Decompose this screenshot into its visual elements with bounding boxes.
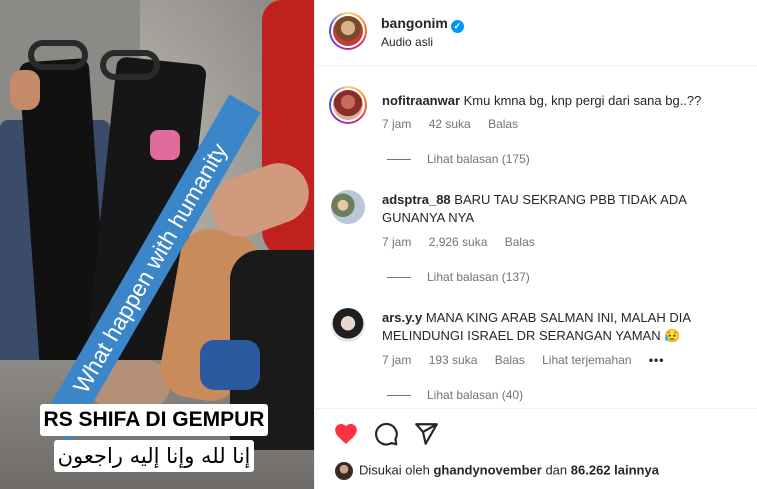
video-caption-arabic: إنا لله وإنا إليه راجعون: [54, 440, 254, 472]
commenter-avatar[interactable]: [329, 86, 367, 124]
post-header: bangonim ✓ Audio asli: [315, 0, 757, 66]
comment-likes[interactable]: 193 suka: [429, 353, 478, 367]
more-options-icon[interactable]: •••: [649, 353, 665, 367]
comment-time: 7 jam: [382, 235, 412, 249]
liked-by-user[interactable]: ghandynovember: [433, 462, 541, 477]
author-avatar[interactable]: [329, 12, 367, 50]
view-replies-link[interactable]: Lihat balasan (40): [387, 388, 523, 402]
replies-divider: [387, 159, 411, 161]
post-action-bar: [315, 408, 757, 458]
author-username[interactable]: bangonim ✓: [381, 15, 464, 33]
comment-username[interactable]: nofitraanwar: [382, 93, 460, 108]
liked-by-count[interactable]: 86.262 lainnya: [571, 462, 659, 477]
verified-badge-icon: ✓: [450, 20, 464, 33]
video-blue-cloth: [200, 340, 260, 390]
liked-by-summary[interactable]: Disukai oleh ghandynovember dan 86.262 l…: [335, 462, 659, 480]
comment-meta: 7 jam 2,926 suka Balas: [382, 235, 549, 249]
video-bag-strap: [28, 40, 88, 70]
comment-body: adsptra_88 BARU TAU SEKRANG PBB TIDAK AD…: [382, 191, 752, 227]
comment-icon[interactable]: [373, 421, 399, 447]
share-icon[interactable]: [413, 421, 439, 447]
view-replies-text[interactable]: Lihat balasan (40): [427, 388, 523, 402]
comment-likes[interactable]: 2,926 suka: [429, 235, 488, 249]
comment-time: 7 jam: [382, 117, 412, 131]
comment-meta: 7 jam 193 suka Balas Lihat terjemahan ••…: [382, 353, 678, 367]
view-replies-link[interactable]: Lihat balasan (175): [387, 152, 530, 166]
view-replies-link[interactable]: Lihat balasan (137): [387, 270, 530, 284]
comment-body: nofitraanwar Kmu kmna bg, knp pergi dari…: [382, 92, 752, 110]
heart-icon[interactable]: [333, 421, 359, 447]
commenter-avatar[interactable]: [331, 190, 365, 224]
audio-label[interactable]: Audio asli: [381, 35, 433, 49]
video-hand: [10, 70, 40, 110]
comment-username[interactable]: ars.y.y: [382, 310, 422, 325]
translate-link[interactable]: Lihat terjemahan: [542, 353, 631, 367]
replies-divider: [387, 395, 411, 397]
liked-by-avatar[interactable]: [335, 462, 353, 480]
comment-text: Kmu kmna bg, knp pergi dari sana bg..??: [463, 93, 702, 108]
replies-divider: [387, 277, 411, 279]
reply-button[interactable]: Balas: [495, 353, 525, 367]
liked-by-and: dan: [545, 462, 568, 478]
comment-body: ars.y.y MANA KING ARAB SALMAN INI, MALAH…: [382, 309, 752, 345]
video-pink-object: [150, 130, 180, 160]
video-bag-strap: [100, 50, 160, 80]
liked-by-prefix: Disukai oleh: [359, 462, 430, 478]
video-player[interactable]: What happen with humanity RS SHIFA DI GE…: [0, 0, 314, 489]
comment-likes[interactable]: 42 suka: [429, 117, 471, 131]
view-replies-text[interactable]: Lihat balasan (137): [427, 270, 530, 284]
comment-time: 7 jam: [382, 353, 412, 367]
commenter-avatar[interactable]: [331, 308, 365, 342]
comment-username[interactable]: adsptra_88: [382, 192, 451, 207]
view-replies-text[interactable]: Lihat balasan (175): [427, 152, 530, 166]
reply-button[interactable]: Balas: [488, 117, 518, 131]
post-side-panel: bangonim ✓ Audio asli nofitraanwar Kmu km…: [314, 0, 757, 489]
author-username-text[interactable]: bangonim: [381, 15, 448, 31]
comment-meta: 7 jam 42 suka Balas: [382, 117, 532, 131]
video-caption-title: RS SHIFA DI GEMPUR: [40, 404, 268, 436]
comment-text: MANA KING ARAB SALMAN INI, MALAH DIA MEL…: [382, 310, 691, 343]
reply-button[interactable]: Balas: [505, 235, 535, 249]
